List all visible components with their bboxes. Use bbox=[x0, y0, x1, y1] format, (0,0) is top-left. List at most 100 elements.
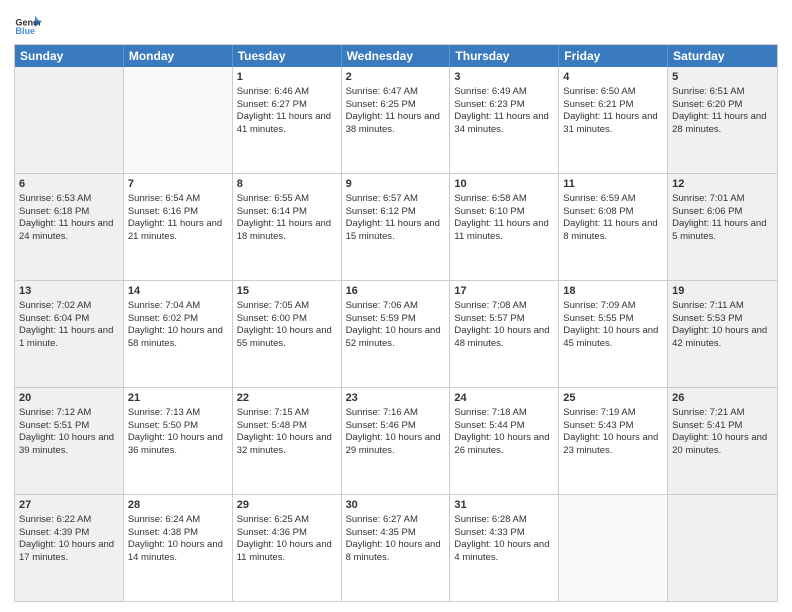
sunrise-text: Sunrise: 7:04 AM bbox=[128, 300, 200, 311]
day-number: 15 bbox=[237, 284, 337, 299]
sunset-text: Sunset: 4:35 PM bbox=[346, 527, 416, 538]
day-number: 19 bbox=[672, 284, 773, 299]
calendar: SundayMondayTuesdayWednesdayThursdayFrid… bbox=[14, 44, 778, 602]
cal-cell-0-5: 4Sunrise: 6:50 AMSunset: 6:21 PMDaylight… bbox=[559, 67, 668, 173]
calendar-row-4: 27Sunrise: 6:22 AMSunset: 4:39 PMDayligh… bbox=[15, 495, 777, 601]
header-day-saturday: Saturday bbox=[668, 45, 777, 67]
sunset-text: Sunset: 6:20 PM bbox=[672, 99, 742, 110]
sunset-text: Sunset: 6:18 PM bbox=[19, 206, 89, 217]
sunrise-text: Sunrise: 7:08 AM bbox=[454, 300, 526, 311]
daylight-text: Daylight: 10 hours and 20 minutes. bbox=[672, 432, 767, 456]
daylight-text: Daylight: 10 hours and 29 minutes. bbox=[346, 432, 441, 456]
cal-cell-2-6: 19Sunrise: 7:11 AMSunset: 5:53 PMDayligh… bbox=[668, 281, 777, 387]
sunset-text: Sunset: 6:04 PM bbox=[19, 313, 89, 324]
sunset-text: Sunset: 6:21 PM bbox=[563, 99, 633, 110]
cal-cell-4-0: 27Sunrise: 6:22 AMSunset: 4:39 PMDayligh… bbox=[15, 495, 124, 601]
cal-cell-2-0: 13Sunrise: 7:02 AMSunset: 6:04 PMDayligh… bbox=[15, 281, 124, 387]
sunset-text: Sunset: 5:46 PM bbox=[346, 420, 416, 431]
sunset-text: Sunset: 4:38 PM bbox=[128, 527, 198, 538]
daylight-text: Daylight: 10 hours and 48 minutes. bbox=[454, 325, 549, 349]
sunset-text: Sunset: 6:02 PM bbox=[128, 313, 198, 324]
cal-cell-4-2: 29Sunrise: 6:25 AMSunset: 4:36 PMDayligh… bbox=[233, 495, 342, 601]
sunset-text: Sunset: 6:14 PM bbox=[237, 206, 307, 217]
daylight-text: Daylight: 11 hours and 5 minutes. bbox=[672, 218, 766, 242]
cal-cell-1-6: 12Sunrise: 7:01 AMSunset: 6:06 PMDayligh… bbox=[668, 174, 777, 280]
sunrise-text: Sunrise: 7:18 AM bbox=[454, 407, 526, 418]
cal-cell-4-4: 31Sunrise: 6:28 AMSunset: 4:33 PMDayligh… bbox=[450, 495, 559, 601]
cal-cell-3-5: 25Sunrise: 7:19 AMSunset: 5:43 PMDayligh… bbox=[559, 388, 668, 494]
sunrise-text: Sunrise: 6:50 AM bbox=[563, 86, 635, 97]
calendar-row-2: 13Sunrise: 7:02 AMSunset: 6:04 PMDayligh… bbox=[15, 281, 777, 388]
logo-icon: General Blue bbox=[14, 10, 42, 38]
sunset-text: Sunset: 6:00 PM bbox=[237, 313, 307, 324]
cal-cell-4-6 bbox=[668, 495, 777, 601]
sunrise-text: Sunrise: 6:57 AM bbox=[346, 193, 418, 204]
cal-cell-1-5: 11Sunrise: 6:59 AMSunset: 6:08 PMDayligh… bbox=[559, 174, 668, 280]
day-number: 12 bbox=[672, 177, 773, 192]
cal-cell-2-2: 15Sunrise: 7:05 AM Sunset: 6:00 PMDayligh… bbox=[233, 281, 342, 387]
header-day-wednesday: Wednesday bbox=[342, 45, 451, 67]
day-number: 21 bbox=[128, 391, 228, 406]
cal-cell-4-1: 28Sunrise: 6:24 AMSunset: 4:38 PMDayligh… bbox=[124, 495, 233, 601]
daylight-text: Daylight: 10 hours and 4 minutes. bbox=[454, 539, 549, 563]
header: General Blue bbox=[14, 10, 778, 38]
cal-cell-1-2: 8Sunrise: 6:55 AMSunset: 6:14 PMDaylight… bbox=[233, 174, 342, 280]
sunrise-text: Sunrise: 7:12 AM bbox=[19, 407, 91, 418]
day-number: 29 bbox=[237, 498, 337, 513]
cal-cell-2-3: 16Sunrise: 7:06 AMSunset: 5:59 PMDayligh… bbox=[342, 281, 451, 387]
sunset-text: Sunset: 6:16 PM bbox=[128, 206, 198, 217]
day-number: 2 bbox=[346, 70, 446, 85]
header-day-monday: Monday bbox=[124, 45, 233, 67]
cal-cell-2-1: 14Sunrise: 7:04 AMSunset: 6:02 PMDayligh… bbox=[124, 281, 233, 387]
sunset-text: Sunset: 4:33 PM bbox=[454, 527, 524, 538]
sunrise-text: Sunrise: 7:13 AM bbox=[128, 407, 200, 418]
daylight-text: Daylight: 11 hours and 28 minutes. bbox=[672, 111, 766, 135]
sunset-text: Sunset: 5:57 PM bbox=[454, 313, 524, 324]
day-number: 11 bbox=[563, 177, 663, 192]
daylight-text: Daylight: 10 hours and 39 minutes. bbox=[19, 432, 114, 456]
daylight-text: Daylight: 11 hours and 34 minutes. bbox=[454, 111, 548, 135]
sunrise-text: Sunrise: 7:21 AM bbox=[672, 407, 744, 418]
daylight-text: Daylight: 10 hours and 36 minutes. bbox=[128, 432, 223, 456]
sunrise-text: Sunrise: 7:01 AM bbox=[672, 193, 744, 204]
sunset-text: Sunset: 5:55 PM bbox=[563, 313, 633, 324]
day-number: 26 bbox=[672, 391, 773, 406]
day-number: 30 bbox=[346, 498, 446, 513]
daylight-text: Daylight: 11 hours and 18 minutes. bbox=[237, 218, 331, 242]
daylight-text: Daylight: 10 hours and 55 minutes. bbox=[237, 325, 332, 349]
sunrise-text: Sunrise: 7:15 AM bbox=[237, 407, 309, 418]
cal-cell-3-2: 22Sunrise: 7:15 AMSunset: 5:48 PMDayligh… bbox=[233, 388, 342, 494]
day-number: 17 bbox=[454, 284, 554, 299]
day-number: 3 bbox=[454, 70, 554, 85]
calendar-header: SundayMondayTuesdayWednesdayThursdayFrid… bbox=[15, 45, 777, 67]
sunrise-text: Sunrise: 7:05 AM bbox=[237, 300, 309, 311]
sunrise-text: Sunrise: 6:27 AM bbox=[346, 514, 418, 525]
daylight-text: Daylight: 11 hours and 1 minute. bbox=[19, 325, 113, 349]
daylight-text: Daylight: 10 hours and 11 minutes. bbox=[237, 539, 332, 563]
sunrise-text: Sunrise: 6:51 AM bbox=[672, 86, 744, 97]
header-day-sunday: Sunday bbox=[15, 45, 124, 67]
sunrise-text: Sunrise: 6:59 AM bbox=[563, 193, 635, 204]
day-number: 7 bbox=[128, 177, 228, 192]
sunrise-text: Sunrise: 6:25 AM bbox=[237, 514, 309, 525]
day-number: 5 bbox=[672, 70, 773, 85]
sunrise-text: Sunrise: 7:06 AM bbox=[346, 300, 418, 311]
cal-cell-3-3: 23Sunrise: 7:16 AMSunset: 5:46 PMDayligh… bbox=[342, 388, 451, 494]
cal-cell-3-4: 24Sunrise: 7:18 AMSunset: 5:44 PMDayligh… bbox=[450, 388, 559, 494]
sunset-text: Sunset: 5:48 PM bbox=[237, 420, 307, 431]
day-number: 4 bbox=[563, 70, 663, 85]
sunrise-text: Sunrise: 6:22 AM bbox=[19, 514, 91, 525]
sunrise-text: Sunrise: 6:53 AM bbox=[19, 193, 91, 204]
cal-cell-3-6: 26Sunrise: 7:21 AMSunset: 5:41 PMDayligh… bbox=[668, 388, 777, 494]
day-number: 18 bbox=[563, 284, 663, 299]
cal-cell-0-0 bbox=[15, 67, 124, 173]
day-number: 27 bbox=[19, 498, 119, 513]
calendar-row-0: 1Sunrise: 6:46 AMSunset: 6:27 PMDaylight… bbox=[15, 67, 777, 174]
sunrise-text: Sunrise: 7:02 AM bbox=[19, 300, 91, 311]
sunrise-text: Sunrise: 6:28 AM bbox=[454, 514, 526, 525]
day-number: 28 bbox=[128, 498, 228, 513]
sunset-text: Sunset: 5:59 PM bbox=[346, 313, 416, 324]
sunset-text: Sunset: 6:08 PM bbox=[563, 206, 633, 217]
cal-cell-0-3: 2Sunrise: 6:47 AMSunset: 6:25 PMDaylight… bbox=[342, 67, 451, 173]
cal-cell-4-5 bbox=[559, 495, 668, 601]
